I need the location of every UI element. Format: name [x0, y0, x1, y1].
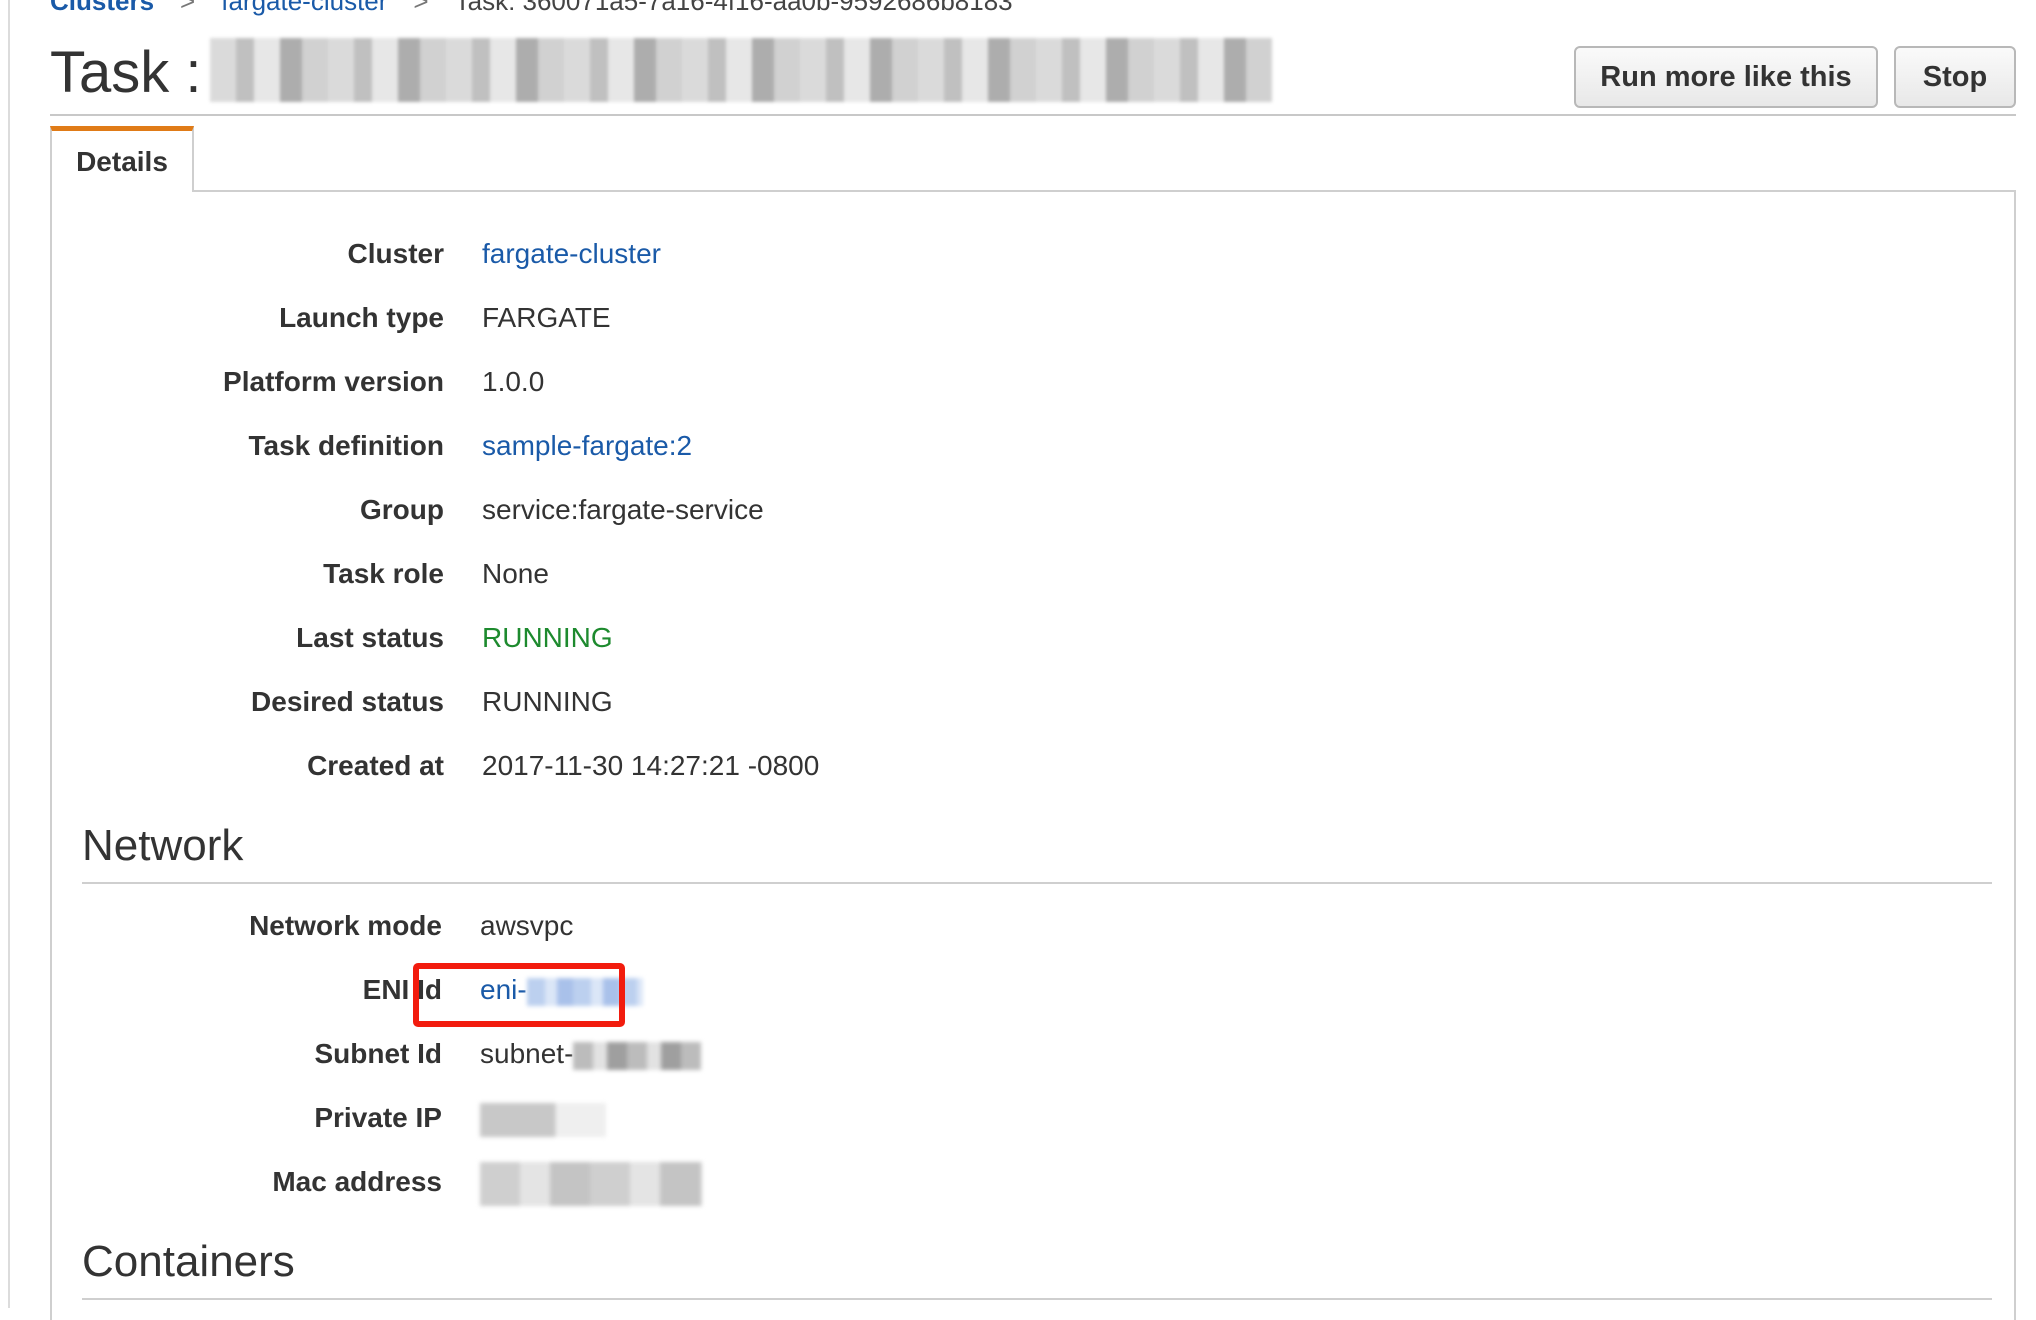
detail-value: 1.0.0: [482, 366, 545, 397]
page-title: Task :: [50, 40, 202, 105]
detail-label: Launch type: [279, 302, 444, 333]
detail-value: FARGATE: [482, 302, 611, 333]
detail-label: Task definition: [248, 430, 445, 461]
network-row-mac: Mac address: [50, 1162, 1950, 1206]
network-row-mode: Network mode awsvpc: [50, 906, 1950, 946]
eni-highlight-box: [413, 963, 625, 1027]
detail-value: service:fargate-service: [482, 494, 764, 525]
detail-label: Last status: [296, 622, 444, 653]
network-row-subnet: Subnet Id subnet-: [50, 1034, 1950, 1074]
network-divider: [82, 882, 1992, 884]
breadcrumb-current: Task: 360071a5-7a16-4f16-aa0b-9592686b81…: [454, 0, 1013, 16]
detail-label: Private IP: [314, 1102, 442, 1133]
breadcrumb: Clusters > fargate-cluster > Task: 360071a5-…: [50, 0, 1013, 16]
detail-label: Mac address: [272, 1166, 442, 1197]
detail-row-platform-version: Platform version 1.0.0: [52, 362, 1952, 402]
detail-label: Task role: [323, 558, 444, 589]
detail-row-task-definition: Task definition sample-fargate:2: [52, 426, 1952, 466]
task-definition-link[interactable]: sample-fargate:2: [482, 426, 692, 466]
chevron-right-icon: >: [413, 0, 429, 16]
detail-value: subnet-: [480, 1034, 702, 1074]
subnet-prefix: subnet-: [480, 1038, 574, 1069]
network-row-eni: ENI Id eni-: [50, 970, 1950, 1010]
redacted-mac-address: [480, 1162, 702, 1206]
redacted-task-id: [210, 38, 1272, 102]
redacted-private-ip: [480, 1102, 606, 1137]
detail-row-created-at: Created at 2017-11-30 14:27:21 -0800: [52, 746, 1952, 786]
detail-label: Subnet Id: [314, 1038, 442, 1069]
run-more-like-this-button[interactable]: Run more like this: [1574, 46, 1878, 108]
detail-value: [480, 1098, 606, 1138]
containers-divider: [82, 1298, 1992, 1300]
detail-value: [480, 1162, 702, 1206]
detail-label: Desired status: [251, 686, 444, 717]
detail-row-desired-status: Desired status RUNNING: [52, 682, 1952, 722]
breadcrumb-cluster-link[interactable]: fargate-cluster: [221, 0, 387, 16]
network-section-title: Network: [82, 821, 244, 870]
detail-label: Group: [360, 494, 444, 525]
detail-value: RUNNING: [482, 686, 613, 717]
detail-label: Created at: [307, 750, 444, 781]
header-divider: [50, 114, 2016, 116]
tab-details[interactable]: Details: [50, 126, 194, 192]
breadcrumb-clusters-link[interactable]: Clusters: [50, 0, 154, 16]
detail-value: awsvpc: [480, 910, 574, 941]
detail-row-task-role: Task role None: [52, 554, 1952, 594]
cluster-link[interactable]: fargate-cluster: [482, 234, 661, 274]
detail-label: Cluster: [347, 238, 444, 269]
detail-value: None: [482, 558, 549, 589]
details-panel: Cluster fargate-cluster Launch type FARG…: [50, 190, 2016, 1320]
containers-section-title: Containers: [82, 1237, 295, 1286]
detail-row-cluster: Cluster fargate-cluster: [52, 234, 1952, 274]
redacted-subnet-id: [573, 1041, 702, 1070]
detail-row-last-status: Last status RUNNING: [52, 618, 1952, 658]
network-row-private-ip: Private IP: [50, 1098, 1950, 1138]
detail-row-launch-type: Launch type FARGATE: [52, 298, 1952, 338]
detail-label: Platform version: [223, 366, 444, 397]
chevron-right-icon: >: [180, 0, 196, 16]
status-badge: RUNNING: [482, 622, 613, 653]
detail-value: 2017-11-30 14:27:21 -0800: [482, 750, 820, 781]
stop-button[interactable]: Stop: [1894, 46, 2016, 108]
detail-row-group: Group service:fargate-service: [52, 490, 1952, 530]
detail-label: ENI Id: [362, 974, 442, 1005]
detail-label: Network mode: [249, 910, 442, 941]
left-border: [8, 0, 10, 1308]
